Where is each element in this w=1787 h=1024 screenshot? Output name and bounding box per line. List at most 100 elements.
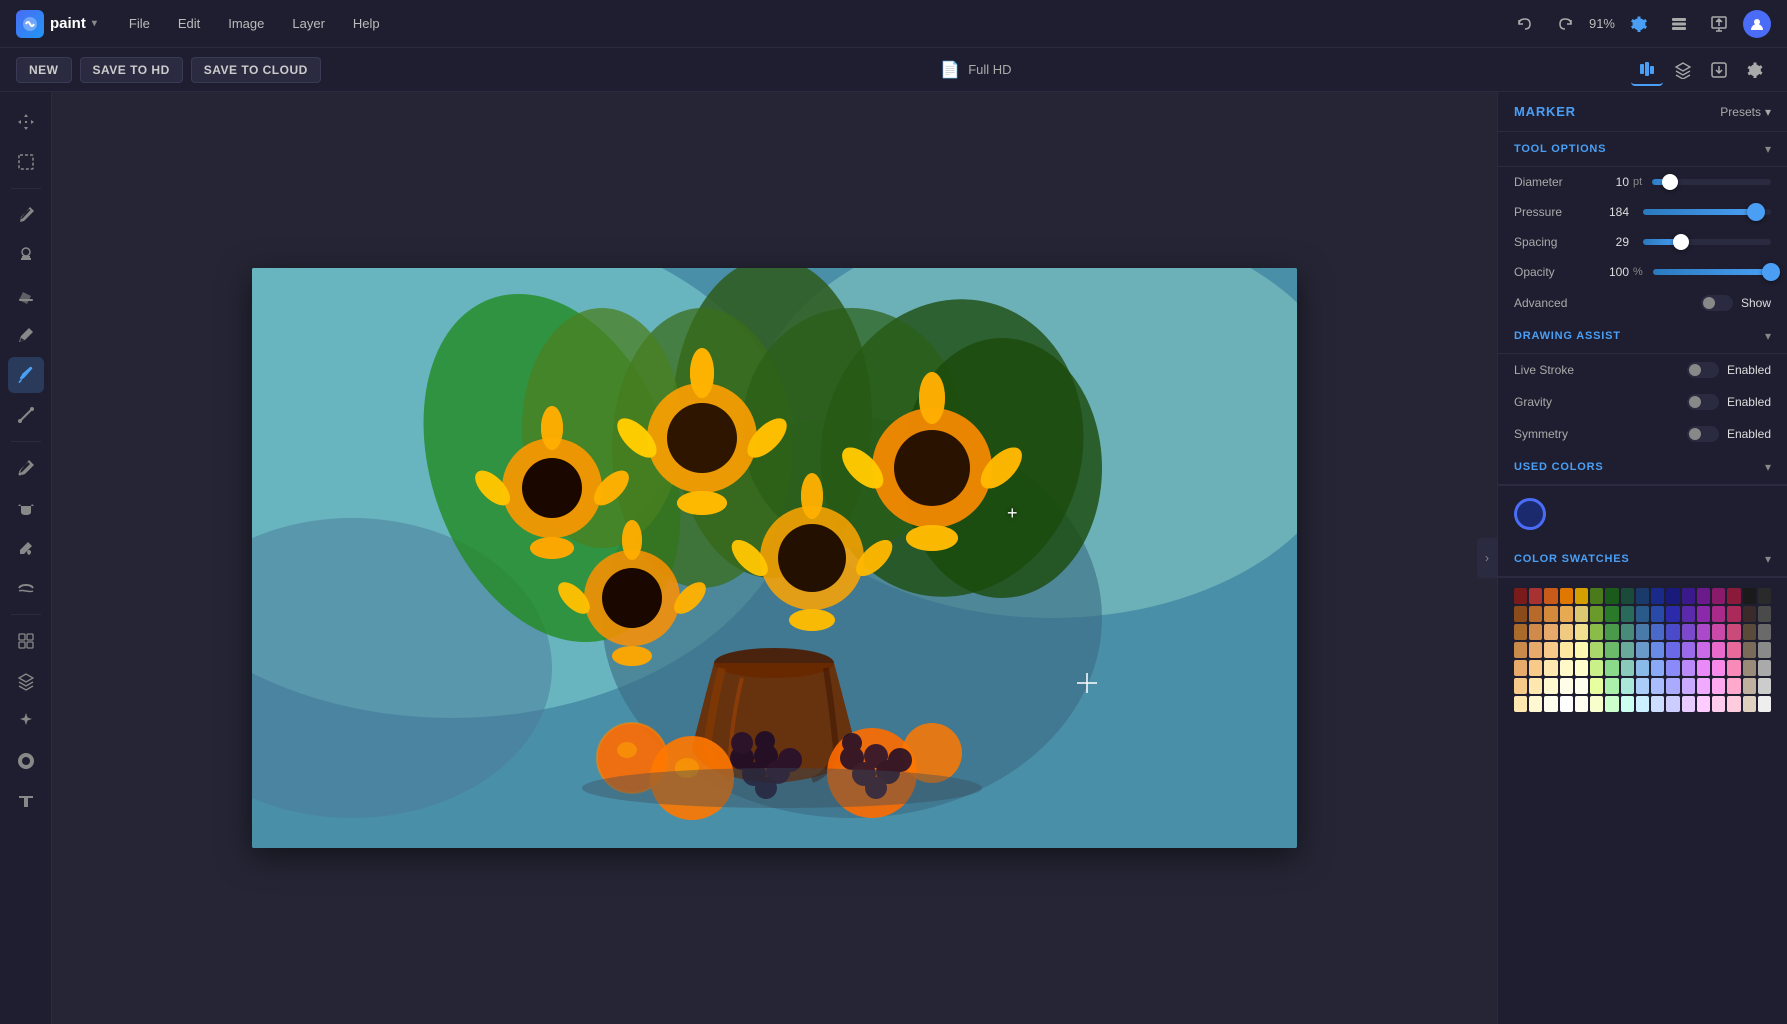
gravity-toggle[interactable] xyxy=(1687,394,1719,410)
color-swatch-5-0[interactable] xyxy=(1514,678,1527,694)
color-swatch-3-7[interactable] xyxy=(1621,642,1634,658)
tool-layers[interactable] xyxy=(8,663,44,699)
color-swatch-4-9[interactable] xyxy=(1651,660,1664,676)
color-swatch-5-3[interactable] xyxy=(1560,678,1573,694)
tool-star[interactable] xyxy=(8,743,44,779)
color-swatch-2-0[interactable] xyxy=(1514,624,1527,640)
color-swatch-0-9[interactable] xyxy=(1651,588,1664,604)
color-swatch-5-11[interactable] xyxy=(1682,678,1695,694)
color-swatch-2-16[interactable] xyxy=(1758,624,1771,640)
color-swatch-2-6[interactable] xyxy=(1605,624,1618,640)
color-swatch-3-16[interactable] xyxy=(1758,642,1771,658)
color-swatch-1-16[interactable] xyxy=(1758,606,1771,622)
menu-file[interactable]: File xyxy=(117,10,162,37)
app-dropdown-arrow[interactable]: ▾ xyxy=(92,18,97,29)
settings-icon-button[interactable] xyxy=(1623,8,1655,40)
painting-canvas[interactable] xyxy=(252,268,1297,848)
color-swatch-4-5[interactable] xyxy=(1590,660,1603,676)
color-swatch-3-4[interactable] xyxy=(1575,642,1588,658)
color-swatch-4-14[interactable] xyxy=(1727,660,1740,676)
color-swatch-4-6[interactable] xyxy=(1605,660,1618,676)
color-swatch-3-13[interactable] xyxy=(1712,642,1725,658)
color-swatch-6-11[interactable] xyxy=(1682,696,1695,712)
tool-pan[interactable] xyxy=(8,490,44,526)
used-colors-section-header[interactable]: USED COLORS ▾ xyxy=(1498,450,1787,485)
diameter-slider[interactable] xyxy=(1652,179,1771,185)
menu-image[interactable]: Image xyxy=(216,10,276,37)
color-swatch-5-5[interactable] xyxy=(1590,678,1603,694)
color-swatch-2-15[interactable] xyxy=(1743,624,1756,640)
app-logo[interactable]: paint ▾ xyxy=(16,10,97,38)
tool-eraser[interactable] xyxy=(8,277,44,313)
tool-select[interactable] xyxy=(8,144,44,180)
color-swatch-6-12[interactable] xyxy=(1697,696,1710,712)
color-swatch-4-15[interactable] xyxy=(1743,660,1756,676)
tool-text[interactable] xyxy=(8,783,44,819)
color-swatch-5-2[interactable] xyxy=(1544,678,1557,694)
color-swatch-5-7[interactable] xyxy=(1621,678,1634,694)
menu-edit[interactable]: Edit xyxy=(166,10,212,37)
tool-pencil[interactable] xyxy=(8,317,44,353)
color-swatch-2-13[interactable] xyxy=(1712,624,1725,640)
symmetry-toggle[interactable] xyxy=(1687,426,1719,442)
panel-toggle[interactable]: › xyxy=(1477,538,1497,578)
color-swatch-0-1[interactable] xyxy=(1529,588,1542,604)
color-swatch-5-4[interactable] xyxy=(1575,678,1588,694)
color-swatch-6-16[interactable] xyxy=(1758,696,1771,712)
color-swatch-4-0[interactable] xyxy=(1514,660,1527,676)
color-swatch-1-9[interactable] xyxy=(1651,606,1664,622)
tool-brush[interactable] xyxy=(8,357,44,393)
color-swatch-0-12[interactable] xyxy=(1697,588,1710,604)
presets-dropdown[interactable]: Presets ▾ xyxy=(1720,105,1771,119)
color-swatch-2-8[interactable] xyxy=(1636,624,1649,640)
app-settings-icon[interactable] xyxy=(1739,54,1771,86)
drawing-assist-section-header[interactable]: DRAWING ASSIST ▾ xyxy=(1498,319,1787,354)
opacity-slider[interactable] xyxy=(1653,269,1771,275)
color-swatch-1-13[interactable] xyxy=(1712,606,1725,622)
tool-stamp[interactable] xyxy=(8,237,44,273)
export-icon-button[interactable] xyxy=(1703,8,1735,40)
color-swatch-0-14[interactable] xyxy=(1727,588,1740,604)
color-swatch-2-4[interactable] xyxy=(1575,624,1588,640)
color-swatch-3-6[interactable] xyxy=(1605,642,1618,658)
color-swatch-2-14[interactable] xyxy=(1727,624,1740,640)
color-swatch-1-0[interactable] xyxy=(1514,606,1527,622)
tool-pen[interactable] xyxy=(8,197,44,233)
color-swatch-4-2[interactable] xyxy=(1544,660,1557,676)
zoom-level[interactable]: 91% xyxy=(1589,16,1615,31)
color-swatch-6-9[interactable] xyxy=(1651,696,1664,712)
color-swatch-3-8[interactable] xyxy=(1636,642,1649,658)
color-swatch-0-7[interactable] xyxy=(1621,588,1634,604)
menu-help[interactable]: Help xyxy=(341,10,392,37)
color-swatch-0-3[interactable] xyxy=(1560,588,1573,604)
color-swatch-6-5[interactable] xyxy=(1590,696,1603,712)
color-swatch-3-15[interactable] xyxy=(1743,642,1756,658)
color-swatch-2-9[interactable] xyxy=(1651,624,1664,640)
color-swatch-6-2[interactable] xyxy=(1544,696,1557,712)
color-swatch-2-11[interactable] xyxy=(1682,624,1695,640)
spacing-slider[interactable] xyxy=(1643,239,1771,245)
color-swatch-1-8[interactable] xyxy=(1636,606,1649,622)
color-swatch-1-7[interactable] xyxy=(1621,606,1634,622)
layers-panel-icon[interactable] xyxy=(1667,54,1699,86)
color-swatch-5-12[interactable] xyxy=(1697,678,1710,694)
redo-button[interactable] xyxy=(1549,8,1581,40)
color-swatch-3-14[interactable] xyxy=(1727,642,1740,658)
color-swatch-6-4[interactable] xyxy=(1575,696,1588,712)
color-swatch-0-16[interactable] xyxy=(1758,588,1771,604)
tool-move[interactable] xyxy=(8,104,44,140)
color-swatch-5-15[interactable] xyxy=(1743,678,1756,694)
advanced-toggle[interactable] xyxy=(1701,295,1733,311)
color-swatch-5-6[interactable] xyxy=(1605,678,1618,694)
color-swatch-6-0[interactable] xyxy=(1514,696,1527,712)
tool-options-section-header[interactable]: TOOL OPTIONS ▾ xyxy=(1498,132,1787,167)
canvas-area[interactable]: › xyxy=(52,92,1497,1024)
color-swatch-2-5[interactable] xyxy=(1590,624,1603,640)
color-swatch-1-4[interactable] xyxy=(1575,606,1588,622)
color-swatch-4-11[interactable] xyxy=(1682,660,1695,676)
save-hd-button[interactable]: SAVE TO HD xyxy=(80,57,183,83)
color-swatch-2-3[interactable] xyxy=(1560,624,1573,640)
live-stroke-toggle[interactable] xyxy=(1687,362,1719,378)
color-swatch-4-12[interactable] xyxy=(1697,660,1710,676)
tool-options-icon[interactable] xyxy=(1631,54,1663,86)
